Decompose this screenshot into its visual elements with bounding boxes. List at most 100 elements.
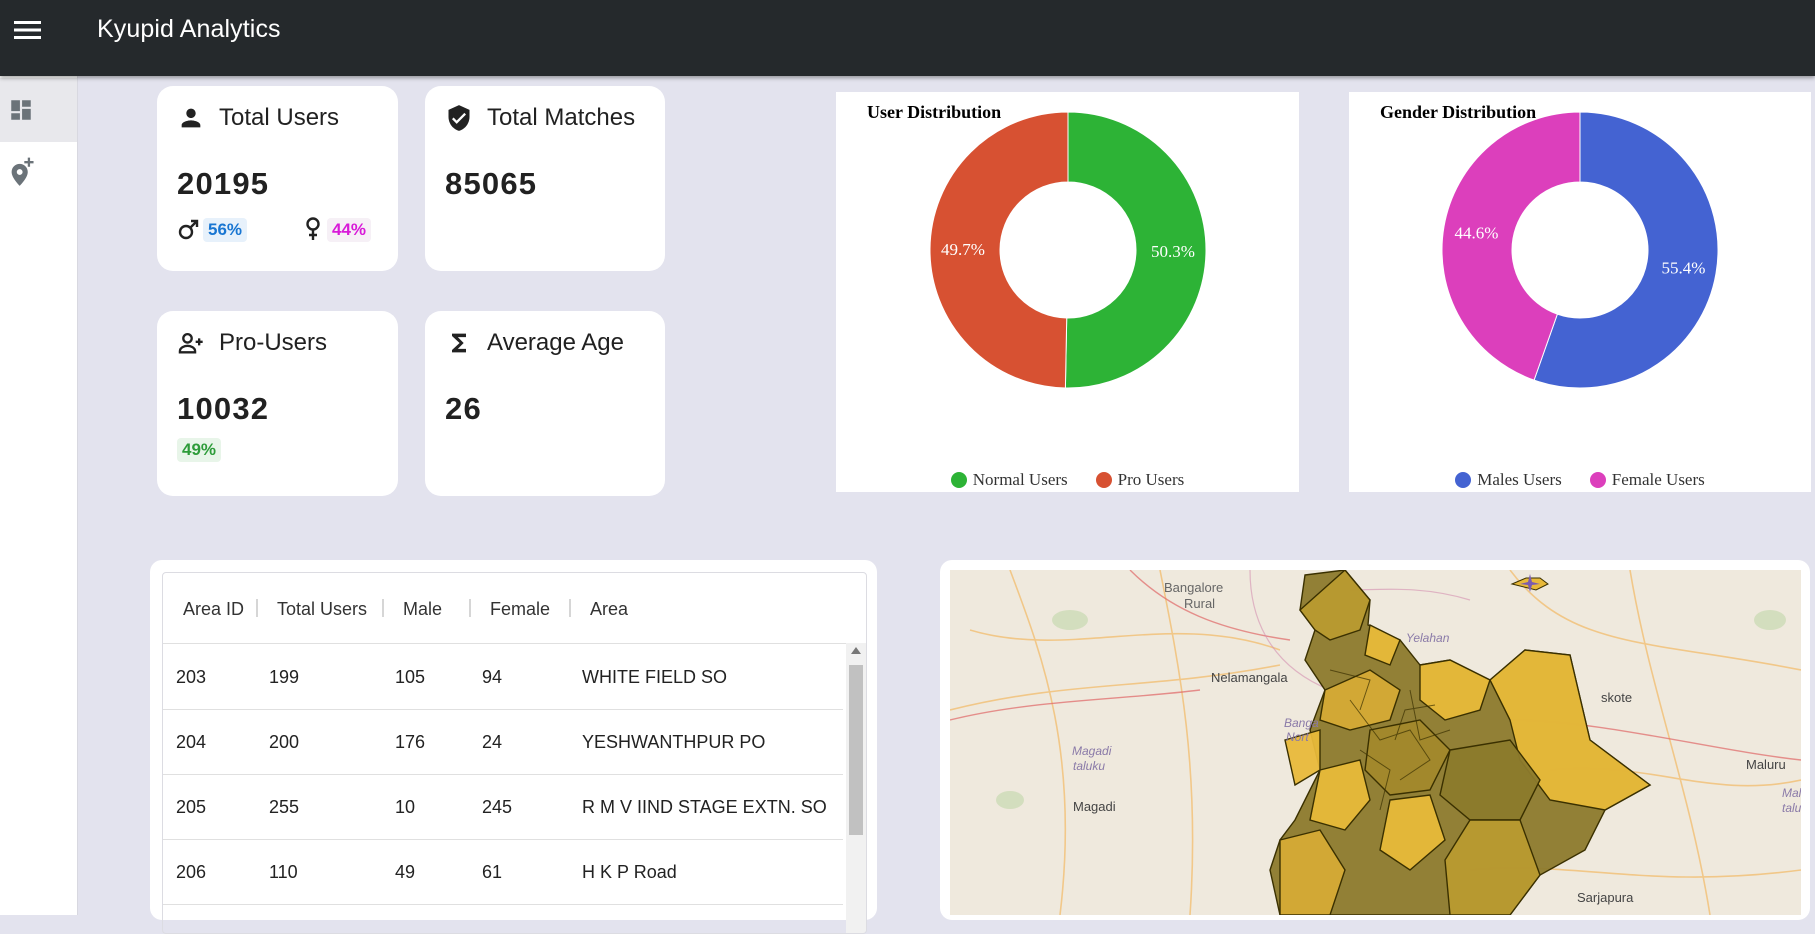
cell-area-id: 204 [176, 732, 207, 752]
total-users-card: Total Users 20195 56% 44% [157, 86, 398, 271]
donut-label-normal-users: 50.3% [1151, 242, 1195, 261]
cell-total-users: 200 [269, 732, 300, 752]
add-location-icon [11, 157, 34, 186]
cell-male: 49 [395, 862, 416, 882]
donut-label-males-users: 55.4% [1662, 259, 1706, 278]
cell-male: 176 [395, 732, 426, 752]
legend-label-female-users: Female Users [1611, 470, 1705, 489]
map-label-sarjapura: Sarjapura [1577, 890, 1634, 905]
map-label-bangalore-rural: Bangalore [1164, 580, 1224, 595]
donut-label-female-users: 44.6% [1455, 223, 1499, 242]
map-label-magadi: Magadi [1073, 799, 1116, 814]
total-matches-value: 85065 [445, 166, 538, 201]
cell-area-id: 206 [176, 862, 207, 882]
map-label-magadi-taluku: Magadi [1072, 744, 1112, 758]
legend-label-males-users: Males Users [1477, 470, 1562, 489]
cell-area: YESHWANTHPUR PO [582, 732, 766, 752]
cell-female: 94 [482, 667, 503, 687]
total-matches-card: Total Matches 85065 [425, 86, 665, 271]
legend-item-female-users[interactable]: Female Users [1589, 470, 1705, 490]
column-header-female[interactable]: Female [490, 599, 550, 620]
table-row[interactable]: 205 255 10 245 R M V IIND STAGE EXTN. SO [163, 774, 843, 840]
cell-area: R M V IIND STAGE EXTN. SO [582, 797, 827, 817]
area-table: Area ID Total Users Male Female Area 203… [162, 572, 867, 934]
map-label-malur-taluk: talu [1782, 801, 1801, 815]
pro-users-title: Pro-Users [219, 329, 328, 356]
area-map[interactable]: Bangalore Rural Nelamangala Yelahan Bang… [950, 570, 1801, 915]
cell-female: 24 [482, 732, 503, 752]
legend-dot-normal-users [950, 472, 967, 488]
legend-label-normal-users: Normal Users [972, 470, 1068, 489]
pro-users-card: Pro-Users 10032 49% [157, 311, 398, 496]
total-users-value: 20195 [177, 166, 270, 201]
table-row[interactable]: 206 110 49 61 H K P Road [163, 839, 843, 905]
scroll-up-arrow-icon[interactable] [851, 647, 861, 654]
table-scrollbar[interactable] [846, 643, 866, 933]
gender-distribution-donut: 55.4% 44.6% [1441, 111, 1719, 389]
menu-icon[interactable] [14, 18, 42, 42]
average-age-title: Average Age [487, 329, 625, 356]
total-users-title: Total Users [219, 104, 340, 131]
column-separator[interactable] [569, 599, 571, 617]
airport-icon [1510, 574, 1549, 592]
legend-label-pro-users: Pro Users [1117, 470, 1185, 489]
column-header-area[interactable]: Area [590, 599, 628, 620]
map-label-hoskote: skote [1601, 690, 1633, 705]
legend-dot-pro-users [1095, 472, 1112, 488]
cell-male: 105 [395, 667, 426, 687]
sidebar-item-dashboard[interactable] [0, 78, 77, 142]
cell-total-users: 199 [269, 667, 300, 687]
verified-shield-icon [448, 105, 470, 131]
female-percent-chip: 44% [327, 218, 372, 242]
legend-dot-female-users [1589, 472, 1606, 488]
map-label-yelahanka: Yelahan [1406, 631, 1450, 645]
column-header-male[interactable]: Male [403, 599, 442, 620]
cell-total-users: 110 [269, 862, 298, 882]
sigma-icon [452, 333, 466, 353]
dashboard-icon [11, 100, 31, 120]
cell-male: 10 [395, 797, 416, 817]
legend-item-normal-users[interactable]: Normal Users [950, 470, 1068, 490]
male-icon [178, 219, 199, 240]
column-header-area-id[interactable]: Area ID [183, 599, 244, 620]
person-add-icon [178, 332, 203, 354]
male-percent-chip: 56% [203, 218, 248, 242]
user-distribution-chart: User Distribution 50.3% 49.7% Normal User… [836, 92, 1299, 492]
app-title: Kyupid Analytics [97, 15, 281, 43]
pro-users-percent-chip: 49% [177, 438, 222, 462]
legend-item-males-users[interactable]: Males Users [1455, 470, 1562, 490]
map-card: Bangalore Rural Nelamangala Yelahan Bang… [940, 560, 1810, 920]
person-icon [181, 108, 201, 128]
cell-area-id: 205 [176, 797, 207, 817]
scrollbar-thumb[interactable] [849, 665, 863, 835]
cell-area: H K P Road [582, 862, 677, 882]
cell-female: 61 [482, 862, 503, 882]
column-separator[interactable] [382, 599, 384, 617]
sidebar-item-add-location[interactable] [0, 140, 77, 204]
map-label-malur-taluk: Mal [1782, 786, 1801, 800]
area-table-card: Area ID Total Users Male Female Area 203… [150, 560, 877, 934]
pro-users-value: 10032 [177, 391, 270, 426]
column-separator[interactable] [469, 599, 471, 617]
map-label-bangalore-north: Nort [1286, 730, 1309, 744]
map-label-magadi-taluku: taluku [1073, 759, 1106, 773]
cell-area-id: 203 [176, 667, 207, 687]
map-label-nelamangala: Nelamangala [1211, 670, 1288, 685]
gender-distribution-chart: Gender Distribution 55.4% 44.6% Males Use… [1349, 92, 1811, 492]
legend-dot-males-users [1455, 472, 1472, 488]
cell-total-users: 255 [269, 797, 300, 817]
user-distribution-donut: 50.3% 49.7% [929, 111, 1207, 389]
sidebar [0, 76, 78, 915]
user-distribution-legend: Normal Users Pro Users [836, 470, 1299, 490]
map-label-bangalore-north: Banga [1284, 716, 1319, 730]
column-separator[interactable] [256, 599, 258, 617]
map-label-bangalore-rural: Rural [1184, 596, 1216, 611]
table-header: Area ID Total Users Male Female Area [163, 573, 866, 644]
table-row[interactable]: 204 200 176 24 YESHWANTHPUR PO [163, 709, 843, 775]
app-bar: Kyupid Analytics [0, 0, 1815, 76]
column-header-total-users[interactable]: Total Users [277, 599, 367, 620]
female-icon [306, 217, 320, 240]
total-matches-title: Total Matches [487, 104, 636, 131]
table-row[interactable]: 203 199 105 94 WHITE FIELD SO [163, 644, 843, 710]
legend-item-pro-users[interactable]: Pro Users [1095, 470, 1185, 490]
